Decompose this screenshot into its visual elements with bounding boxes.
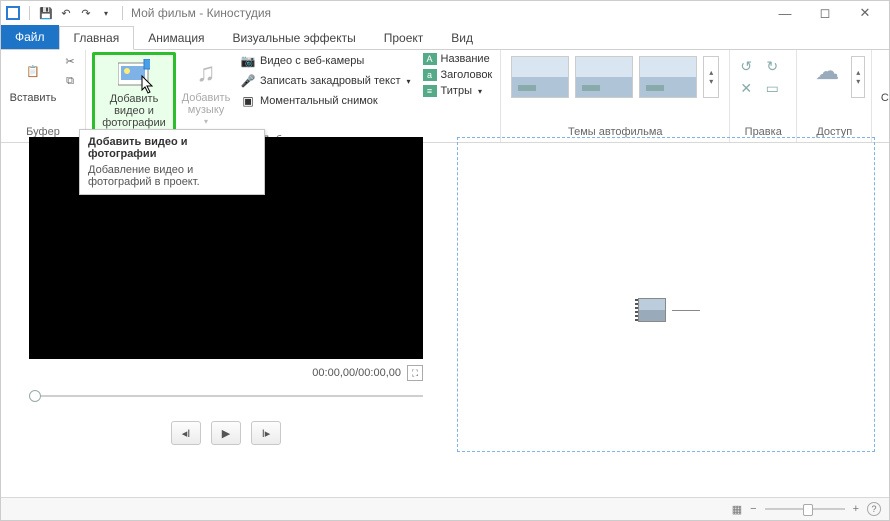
mic-icon: 🎤 (240, 73, 256, 89)
play-button[interactable]: ▶ (211, 421, 241, 445)
zoom-slider[interactable] (765, 508, 845, 510)
content-area: 00:00,00/00:00,00 ⛶ ◂I ▶ I▸ (1, 143, 889, 496)
group-themes: ▴▾ Темы автофильма (501, 50, 730, 142)
window-controls: — ◻ ✕ (765, 1, 885, 25)
tooltip-add-media: Добавить видео и фотографии Добавление в… (79, 129, 265, 195)
tooltip-body: Добавление видео и фотографий в проект. (88, 164, 256, 188)
cut-icon[interactable]: ✂ (60, 52, 80, 70)
redo-icon[interactable]: ↷ (78, 5, 94, 21)
theme-thumb-1[interactable] (511, 56, 569, 98)
tooltip-title: Добавить видео и фотографии (88, 136, 256, 160)
caption-button[interactable]: aЗаголовок (421, 68, 495, 82)
app-icon[interactable] (5, 5, 21, 21)
info-icon[interactable]: ? (867, 502, 881, 516)
tab-animation[interactable]: Анимация (134, 27, 218, 49)
clip-thumb-icon (638, 298, 666, 322)
credits-button[interactable]: ≡Титры▾ (421, 84, 495, 98)
quick-access-toolbar: 💾 ↶ ↷ ▾ (5, 5, 127, 21)
add-music-button[interactable]: ♫ Добавить музыку ▾ (176, 52, 236, 130)
zoom-out-icon[interactable]: − (750, 503, 756, 515)
next-frame-button[interactable]: I▸ (251, 421, 281, 445)
caption-icon: a (423, 69, 437, 81)
music-note-icon: ♫ (190, 56, 222, 88)
theme-thumb-3[interactable] (639, 56, 697, 98)
minimize-button[interactable]: — (765, 1, 805, 25)
webcam-video-button[interactable]: 📷Видео с веб-камеры (238, 52, 413, 70)
statusbar: ▦ − + ? (1, 497, 889, 520)
group-share: ☁ ▴▾ Доступ (797, 50, 872, 142)
cloud-icon: ☁ (811, 56, 843, 88)
delete-icon[interactable]: ✕ (736, 80, 756, 96)
add-videos-photos-button[interactable]: Добавить видео и фотографии (92, 52, 176, 134)
picture-icon (118, 57, 150, 89)
undo-icon[interactable]: ↶ (58, 5, 74, 21)
storyboard-placeholder[interactable] (638, 298, 700, 322)
window-title: Мой фильм - Киностудия (131, 6, 271, 20)
storyboard-dropzone[interactable] (457, 137, 875, 452)
themes-more-button[interactable]: ▴▾ (703, 56, 719, 98)
tab-visual-effects[interactable]: Визуальные эффекты (219, 27, 370, 49)
save-icon[interactable]: 💾 (38, 5, 54, 21)
tab-project[interactable]: Проект (370, 27, 438, 49)
rotate-right-icon[interactable]: ↻ (762, 58, 782, 74)
webcam-icon: 📷 (240, 53, 256, 69)
group-clipboard: 📋 Вставить ✂ ⧉ Буфер (1, 50, 86, 142)
time-display: 00:00,00/00:00,00 (312, 367, 401, 379)
title-icon: A (423, 53, 437, 65)
tab-view[interactable]: Вид (437, 27, 487, 49)
paste-button[interactable]: 📋 Вставить (7, 52, 59, 106)
theme-thumb-2[interactable] (575, 56, 633, 98)
tab-file[interactable]: Файл (1, 25, 59, 49)
prev-frame-button[interactable]: ◂I (171, 421, 201, 445)
qat-dropdown-icon[interactable]: ▾ (98, 5, 114, 21)
save-movie-button[interactable]: 🎞 Сохранить фильм▾ (878, 52, 890, 130)
clipboard-icon: 📋 (17, 56, 49, 88)
close-button[interactable]: ✕ (845, 1, 885, 25)
copy-icon[interactable]: ⧉ (60, 72, 80, 90)
share-cloud-button[interactable]: ☁ (803, 52, 851, 94)
group-save: 🎞 Сохранить фильм▾ 👤 Войти (872, 50, 890, 142)
seek-slider[interactable] (29, 389, 423, 403)
rotate-left-icon[interactable]: ↺ (736, 58, 756, 74)
zoom-in-icon[interactable]: + (853, 503, 859, 515)
share-more-button[interactable]: ▴▾ (851, 56, 865, 98)
title-button[interactable]: AНазвание (421, 52, 495, 66)
record-narration-button[interactable]: 🎤Записать закадровый текст▾ (238, 72, 413, 90)
titlebar: 💾 ↶ ↷ ▾ Мой фильм - Киностудия — ◻ ✕ (1, 1, 889, 25)
snapshot-icon: ▣ (240, 93, 256, 109)
storyboard-pane (451, 143, 889, 496)
ribbon-tabs: Файл Главная Анимация Визуальные эффекты… (1, 25, 889, 50)
app-window: 💾 ↶ ↷ ▾ Мой фильм - Киностудия — ◻ ✕ Фай… (0, 0, 890, 521)
maximize-button[interactable]: ◻ (805, 1, 845, 25)
tab-home[interactable]: Главная (59, 26, 135, 50)
select-all-icon[interactable]: ▭ (762, 80, 782, 96)
group-editing: ↺ ↻ ✕ ▭ Правка (730, 50, 797, 142)
snapshot-button[interactable]: ▣Моментальный снимок (238, 92, 413, 110)
fullscreen-icon[interactable]: ⛶ (407, 365, 423, 381)
preview-pane: 00:00,00/00:00,00 ⛶ ◂I ▶ I▸ (1, 143, 451, 496)
credits-icon: ≡ (423, 85, 437, 97)
view-thumb-icon[interactable]: ▦ (732, 503, 742, 516)
